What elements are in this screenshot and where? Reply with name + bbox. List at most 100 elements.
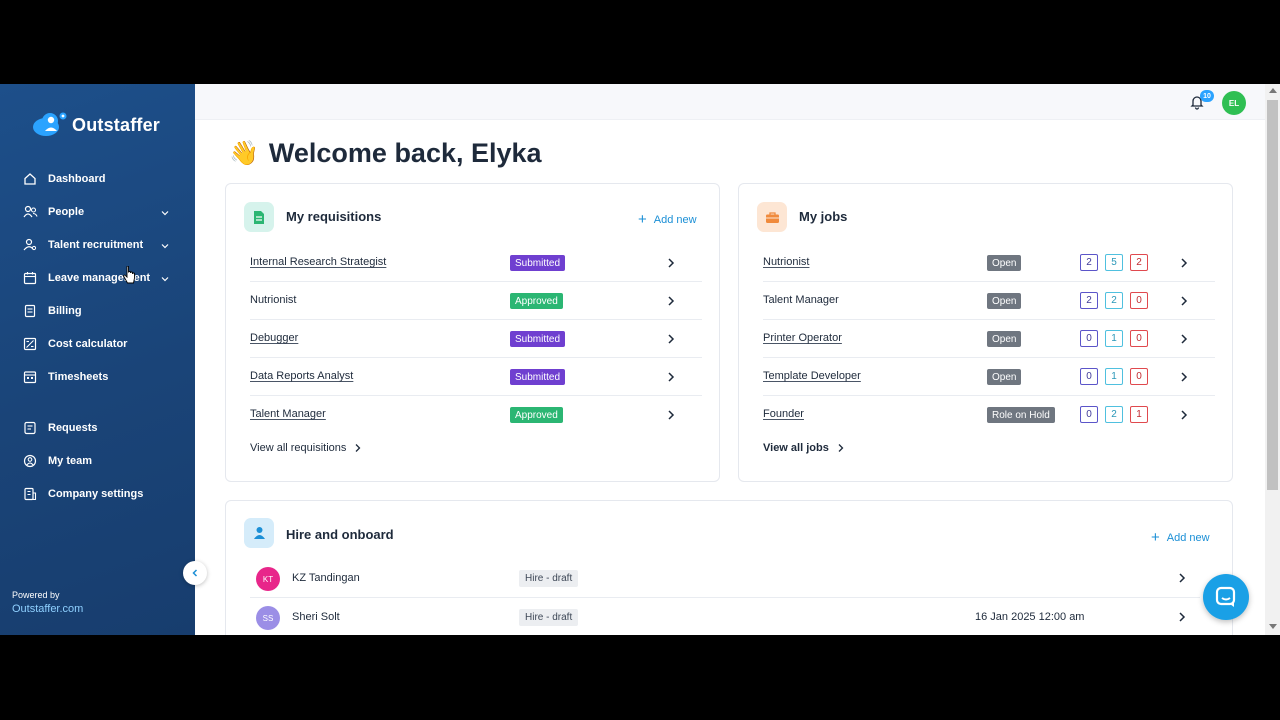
count-box[interactable]: 2 bbox=[1105, 292, 1123, 309]
cloud-person-logo-icon bbox=[32, 110, 72, 140]
chevron-right-icon[interactable] bbox=[666, 409, 676, 421]
requisition-row[interactable]: Debugger Submitted bbox=[250, 320, 702, 358]
sidebar-item-label: My team bbox=[48, 454, 93, 467]
powered-by-link[interactable]: Outstaffer.com bbox=[12, 603, 83, 615]
chevron-right-icon[interactable] bbox=[666, 295, 676, 307]
scroll-down-icon[interactable] bbox=[1269, 624, 1277, 629]
chevron-right-icon[interactable] bbox=[1179, 371, 1189, 383]
hire-onboard-card: Hire and onboard + Add new KT KZ Tanding… bbox=[225, 500, 1233, 635]
sidebar-item-my-team[interactable]: My team bbox=[0, 444, 195, 477]
view-all-label: View all requisitions bbox=[250, 442, 347, 454]
requisition-name[interactable]: Debugger bbox=[250, 332, 298, 344]
hire-name[interactable]: KZ Tandingan bbox=[292, 572, 360, 584]
sidebar-item-requests[interactable]: Requests bbox=[0, 411, 195, 444]
requisition-row[interactable]: Data Reports Analyst Submitted bbox=[250, 358, 702, 396]
support-chat-button[interactable] bbox=[1203, 574, 1249, 620]
count-box[interactable]: 2 bbox=[1080, 254, 1098, 271]
sidebar-item-people[interactable]: People bbox=[0, 195, 195, 228]
job-row[interactable]: Talent Manager Open 2 2 0 bbox=[763, 282, 1215, 320]
requisition-name[interactable]: Talent Manager bbox=[250, 408, 326, 420]
count-box[interactable]: 0 bbox=[1080, 368, 1098, 385]
sidebar-item-label: Dashboard bbox=[48, 172, 106, 185]
job-row[interactable]: Template Developer Open 0 1 0 bbox=[763, 358, 1215, 396]
view-all-label: View all jobs bbox=[763, 442, 829, 454]
sidebar-item-talent-recruitment[interactable]: Talent recruitment bbox=[0, 228, 195, 261]
requisition-row[interactable]: Talent Manager Approved bbox=[250, 396, 702, 434]
count-box[interactable]: 0 bbox=[1130, 292, 1148, 309]
count-box[interactable]: 0 bbox=[1080, 406, 1098, 423]
home-icon bbox=[22, 171, 38, 187]
view-all-jobs-link[interactable]: View all jobs bbox=[763, 442, 845, 454]
candidate-counts: 0 1 0 bbox=[1080, 330, 1155, 347]
chevron-right-icon[interactable] bbox=[1179, 333, 1189, 345]
request-icon bbox=[22, 420, 38, 436]
plus-icon: + bbox=[638, 211, 647, 228]
count-box[interactable]: 0 bbox=[1130, 330, 1148, 347]
chevron-right-icon[interactable] bbox=[666, 371, 676, 383]
requisition-row[interactable]: Internal Research Strategist Submitted bbox=[250, 244, 702, 282]
page-scrollbar[interactable] bbox=[1265, 84, 1280, 635]
calculator-icon bbox=[22, 336, 38, 352]
chevron-down-icon bbox=[160, 271, 170, 282]
count-box[interactable]: 2 bbox=[1080, 292, 1098, 309]
brand-logo[interactable]: Outstaffer bbox=[32, 110, 160, 140]
sidebar-item-company-settings[interactable]: Company settings bbox=[0, 477, 195, 510]
requisition-row[interactable]: Nutrionist Approved bbox=[250, 282, 702, 320]
add-new-label: Add new bbox=[653, 213, 697, 226]
chevron-right-icon[interactable] bbox=[1177, 611, 1187, 623]
hire-onboard-title: Hire and onboard bbox=[286, 527, 394, 542]
plus-icon: + bbox=[1151, 529, 1160, 546]
chevron-right-icon[interactable] bbox=[1177, 572, 1187, 584]
job-name[interactable]: Printer Operator bbox=[763, 332, 842, 344]
user-avatar[interactable]: EL bbox=[1222, 91, 1246, 115]
hire-row[interactable]: KT KZ Tandingan Hire - draft bbox=[250, 559, 1200, 598]
view-all-requisitions-link[interactable]: View all requisitions bbox=[250, 442, 362, 454]
scroll-thumb[interactable] bbox=[1267, 100, 1278, 490]
count-box[interactable]: 1 bbox=[1105, 368, 1123, 385]
chevron-right-icon[interactable] bbox=[666, 257, 676, 269]
requisition-name[interactable]: Nutrionist bbox=[250, 294, 296, 306]
sidebar-item-timesheets[interactable]: Timesheets bbox=[0, 360, 195, 393]
count-box[interactable]: 1 bbox=[1105, 330, 1123, 347]
count-box[interactable]: 2 bbox=[1105, 406, 1123, 423]
status-badge: Hire - draft bbox=[519, 570, 579, 587]
receipt-icon bbox=[22, 303, 38, 319]
count-box[interactable]: 5 bbox=[1105, 254, 1123, 271]
chevron-right-icon[interactable] bbox=[1179, 409, 1189, 421]
sidebar-collapse-button[interactable] bbox=[183, 561, 207, 585]
count-box[interactable]: 0 bbox=[1130, 368, 1148, 385]
sidebar-item-cost-calculator[interactable]: Cost calculator bbox=[0, 327, 195, 360]
sidebar-item-billing[interactable]: Billing bbox=[0, 294, 195, 327]
add-hire-button[interactable]: + Add new bbox=[1151, 529, 1210, 546]
hire-name[interactable]: Sheri Solt bbox=[292, 611, 340, 623]
job-name[interactable]: Template Developer bbox=[763, 370, 861, 382]
job-row[interactable]: Founder Role on Hold 0 2 1 bbox=[763, 396, 1215, 434]
welcome-header: 👋 Welcome back, Elyka bbox=[229, 138, 542, 169]
hire-row[interactable]: SS Sheri Solt Hire - draft 16 Jan 2025 1… bbox=[250, 598, 1200, 635]
job-row[interactable]: Nutrionist Open 2 5 2 bbox=[763, 244, 1215, 282]
sidebar: Outstaffer Dashboard People Talent recru… bbox=[0, 84, 195, 635]
requisition-name[interactable]: Internal Research Strategist bbox=[250, 256, 386, 268]
status-badge: Approved bbox=[510, 407, 563, 423]
page-title: Welcome back, Elyka bbox=[268, 138, 542, 168]
status-badge: Submitted bbox=[510, 255, 566, 271]
chat-icon bbox=[1215, 586, 1236, 607]
job-name[interactable]: Founder bbox=[763, 408, 804, 420]
chevron-right-icon[interactable] bbox=[666, 333, 676, 345]
job-name[interactable]: Talent Manager bbox=[763, 294, 839, 306]
job-name[interactable]: Nutrionist bbox=[763, 256, 809, 268]
add-requisition-button[interactable]: + Add new bbox=[638, 211, 697, 228]
count-box[interactable]: 1 bbox=[1130, 406, 1148, 423]
count-box[interactable]: 2 bbox=[1130, 254, 1148, 271]
job-row[interactable]: Printer Operator Open 0 1 0 bbox=[763, 320, 1215, 358]
jobs-title: My jobs bbox=[799, 209, 848, 224]
scroll-up-icon[interactable] bbox=[1269, 88, 1277, 93]
chevron-right-icon[interactable] bbox=[1179, 257, 1189, 269]
status-badge: Open bbox=[987, 331, 1022, 347]
requisition-name[interactable]: Data Reports Analyst bbox=[250, 370, 353, 382]
chevron-right-icon[interactable] bbox=[1179, 295, 1189, 307]
count-box[interactable]: 0 bbox=[1080, 330, 1098, 347]
sidebar-item-leave-management[interactable]: Leave management bbox=[0, 261, 195, 294]
sidebar-item-dashboard[interactable]: Dashboard bbox=[0, 162, 195, 195]
